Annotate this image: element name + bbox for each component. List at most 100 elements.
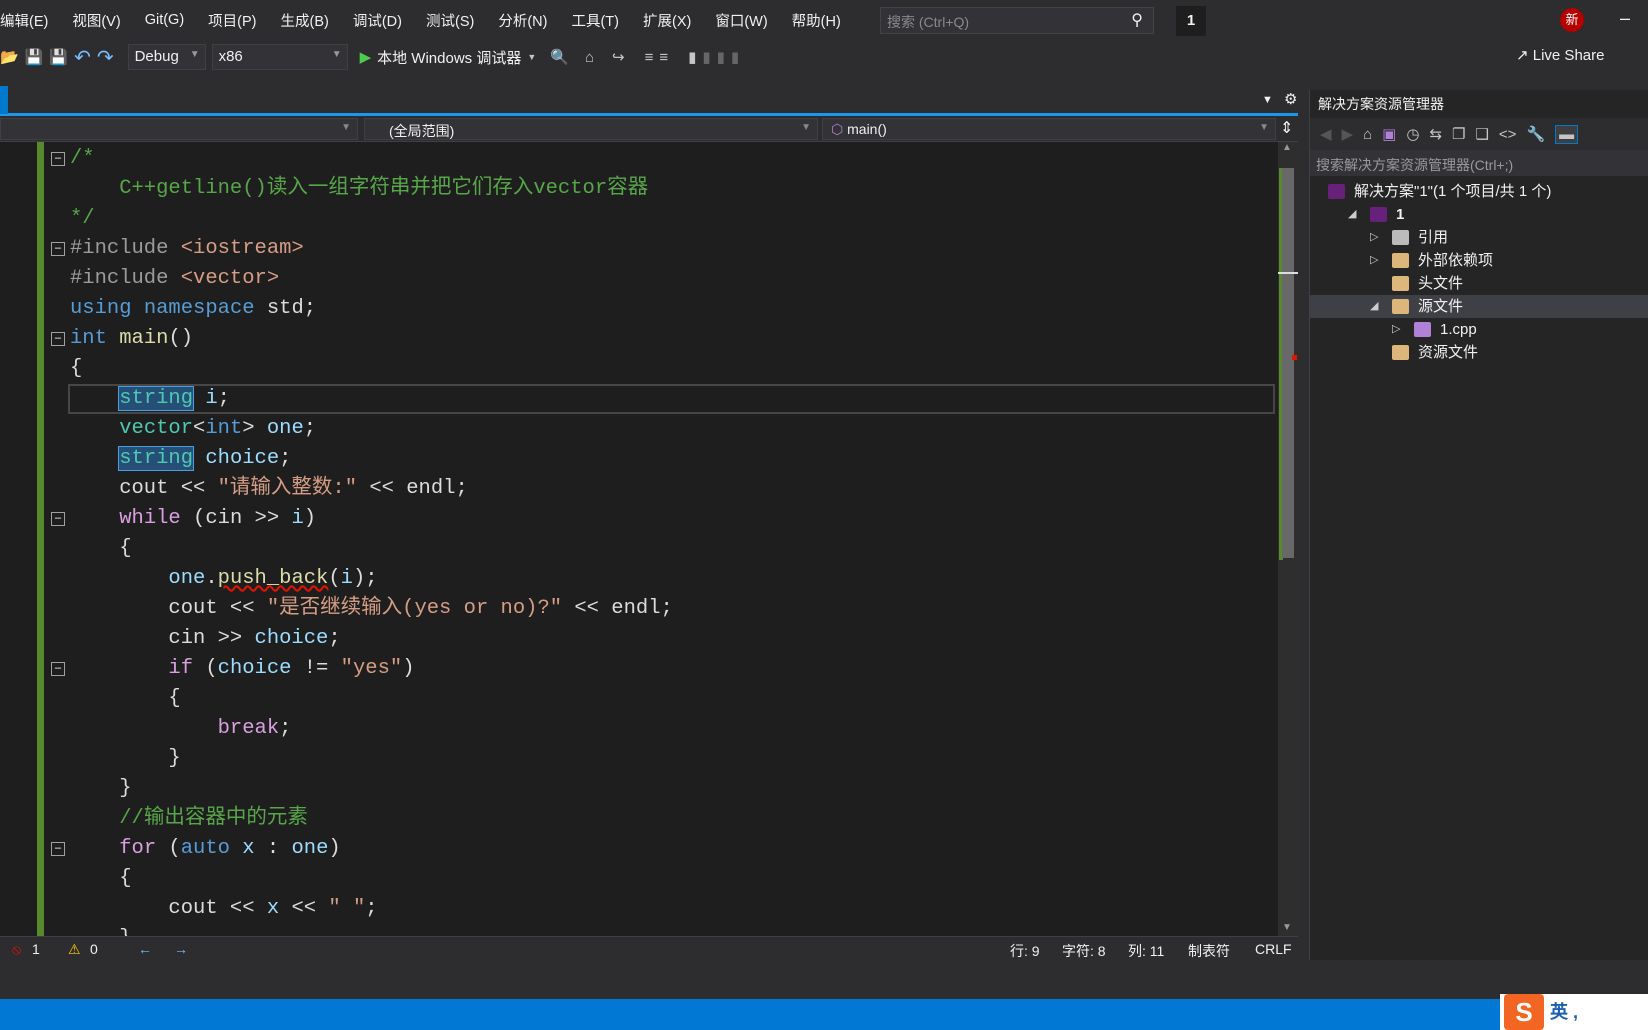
code-line[interactable]: { bbox=[70, 684, 180, 714]
code-line[interactable]: /* bbox=[70, 144, 95, 174]
show-all-files-icon[interactable]: ❑ bbox=[1475, 125, 1488, 143]
tree-item[interactable]: 资源文件 bbox=[1310, 341, 1648, 364]
code-line[interactable]: C++getline()读入一组字符串并把它们存入vector容器 bbox=[70, 174, 648, 204]
code-line[interactable]: using namespace std; bbox=[70, 294, 316, 324]
code-line[interactable]: vector<int> one; bbox=[70, 414, 316, 444]
save-icon[interactable]: 💾 bbox=[25, 48, 44, 66]
preview-icon[interactable]: ▬ bbox=[1555, 124, 1579, 144]
collapse-icon[interactable]: − bbox=[51, 842, 65, 856]
code-line[interactable]: cin >> choice; bbox=[70, 624, 340, 654]
live-share-button[interactable]: ↗ Live Share bbox=[1516, 46, 1604, 64]
open-folder-icon[interactable]: 📂 bbox=[0, 48, 19, 66]
ime-mode[interactable]: 英 bbox=[1550, 1002, 1568, 1022]
search-input[interactable]: 搜索 (Ctrl+Q) ⚲ bbox=[880, 7, 1154, 34]
collapse-all-icon[interactable]: ❐ bbox=[1452, 125, 1465, 143]
code-line[interactable]: } bbox=[70, 774, 131, 804]
undo-icon[interactable]: ↶ bbox=[74, 45, 91, 70]
collapsed-arrow-icon[interactable]: ▷ bbox=[1392, 318, 1400, 341]
indent-mode[interactable]: 制表符 bbox=[1188, 941, 1230, 961]
collapse-icon[interactable]: − bbox=[51, 662, 65, 676]
collapse-icon[interactable]: − bbox=[51, 242, 65, 256]
back-icon[interactable]: ◀ bbox=[1320, 125, 1332, 143]
run-debugger-button[interactable]: 本地 Windows 调试器 bbox=[377, 47, 521, 68]
warning-count[interactable]: 0 bbox=[90, 941, 98, 957]
code-line[interactable]: } bbox=[70, 924, 131, 936]
code-line[interactable]: for (auto x : one) bbox=[70, 834, 340, 864]
back-arrow-icon[interactable]: ← bbox=[138, 941, 152, 957]
sogou-logo-icon[interactable]: S bbox=[1504, 994, 1544, 1030]
bookmark-icon[interactable]: ▮ bbox=[688, 48, 696, 66]
code-line[interactable]: int main() bbox=[70, 324, 193, 354]
redo-icon[interactable]: ↷ bbox=[97, 45, 114, 70]
sync-icon[interactable]: ⇆ bbox=[1429, 125, 1442, 143]
tree-item[interactable]: 头文件 bbox=[1310, 272, 1648, 295]
code-line[interactable]: { bbox=[70, 354, 82, 384]
collapse-icon[interactable]: − bbox=[51, 512, 65, 526]
step-icon[interactable]: ↪ bbox=[612, 48, 625, 66]
menu-item[interactable]: 调试(D) bbox=[341, 10, 414, 31]
scope-dropdown[interactable]: (全局范围) ▼ bbox=[364, 118, 818, 140]
code-line[interactable]: cout << "请输入整数:" << endl; bbox=[70, 474, 468, 504]
code-line[interactable]: //输出容器中的元素 bbox=[70, 804, 308, 834]
menu-item[interactable]: 项目(P) bbox=[196, 10, 268, 31]
scrollbar-thumb[interactable] bbox=[1282, 168, 1294, 558]
tree-item[interactable]: ◢ 源文件 bbox=[1310, 295, 1648, 318]
collapse-icon[interactable]: − bbox=[51, 332, 65, 346]
member-dropdown[interactable]: ⬡ main() ▼ bbox=[822, 118, 1276, 140]
home-icon[interactable]: ⌂ bbox=[1363, 126, 1372, 143]
solution-search-input[interactable]: 搜索解决方案资源管理器(Ctrl+;) bbox=[1310, 150, 1648, 176]
code-line[interactable]: one.push_back(i); bbox=[70, 564, 377, 594]
menu-item[interactable]: 帮助(H) bbox=[780, 10, 853, 31]
minimize-button[interactable]: – bbox=[1620, 8, 1630, 29]
code-line[interactable]: while (cin >> i) bbox=[70, 504, 316, 534]
code-line[interactable]: string i; bbox=[70, 384, 230, 414]
menu-item[interactable]: 窗口(W) bbox=[703, 10, 779, 31]
scroll-up-icon[interactable]: ▲ bbox=[1282, 142, 1292, 153]
split-icon[interactable]: ⇕ bbox=[1280, 118, 1293, 138]
tree-item[interactable]: ◢ 1 bbox=[1310, 203, 1648, 226]
find-in-files-icon[interactable]: 🔍 bbox=[550, 48, 569, 66]
platform-dropdown[interactable]: x86 ▼ bbox=[211, 44, 348, 70]
code-line[interactable]: cout << x << " "; bbox=[70, 894, 377, 924]
indent-icon[interactable]: ≡ bbox=[645, 49, 654, 66]
code-line[interactable]: { bbox=[70, 534, 131, 564]
prev-bookmark-icon[interactable]: ▮ bbox=[702, 48, 710, 66]
code-line[interactable]: */ bbox=[70, 204, 95, 234]
scroll-down-icon[interactable]: ▼ bbox=[1282, 922, 1292, 933]
menu-item[interactable]: 扩展(X) bbox=[631, 10, 703, 31]
home-icon[interactable]: ⌂ bbox=[585, 49, 594, 66]
config-dropdown[interactable]: Debug ▼ bbox=[127, 44, 206, 70]
expanded-arrow-icon[interactable]: ◢ bbox=[1370, 295, 1378, 318]
expanded-arrow-icon[interactable]: ◢ bbox=[1348, 203, 1356, 226]
save-all-icon[interactable]: 💾 bbox=[49, 48, 68, 66]
comment-icon[interactable]: ≡ bbox=[659, 49, 668, 66]
code-line[interactable]: string choice; bbox=[70, 444, 291, 474]
menu-item[interactable]: Git(G) bbox=[133, 12, 196, 28]
code-line[interactable]: } bbox=[70, 744, 180, 774]
collapsed-arrow-icon[interactable]: ▷ bbox=[1370, 249, 1378, 272]
properties-wrench-icon[interactable]: 🔧 bbox=[1526, 125, 1545, 143]
code-line[interactable]: #include <vector> bbox=[70, 264, 279, 294]
menu-item[interactable]: 测试(S) bbox=[414, 10, 486, 31]
menu-item[interactable]: 工具(T) bbox=[559, 10, 631, 31]
code-line[interactable]: cout << "是否继续输入(yes or no)?" << endl; bbox=[70, 594, 672, 624]
code-editor[interactable]: /* − C++getline()读入一组字符串并把它们存入vector容器 */ #… bbox=[0, 142, 1278, 936]
project-dropdown[interactable]: ▼ bbox=[0, 118, 358, 140]
error-icon[interactable]: ⦸ bbox=[12, 941, 21, 958]
menu-item[interactable]: 编辑(E) bbox=[0, 10, 60, 31]
error-count[interactable]: 1 bbox=[32, 941, 40, 957]
dropdown-arrow-icon[interactable]: ▼ bbox=[527, 52, 536, 62]
warning-icon[interactable]: ⚠ bbox=[68, 941, 81, 958]
code-line[interactable]: break; bbox=[70, 714, 292, 744]
tree-item[interactable]: ▷ 1.cpp bbox=[1310, 318, 1648, 341]
menu-item[interactable]: 生成(B) bbox=[269, 10, 341, 31]
code-view-icon[interactable]: <> bbox=[1499, 126, 1517, 143]
active-tab[interactable] bbox=[0, 86, 8, 114]
clear-bookmarks-icon[interactable]: ▮ bbox=[731, 48, 739, 66]
collapsed-arrow-icon[interactable]: ▷ bbox=[1370, 226, 1378, 249]
run-icon[interactable]: ▶ bbox=[360, 48, 372, 66]
code-line[interactable]: { bbox=[70, 864, 131, 894]
forward-icon[interactable]: ▶ bbox=[1342, 125, 1354, 143]
line-ending[interactable]: CRLF bbox=[1255, 941, 1292, 957]
switch-views-icon[interactable]: ▣ bbox=[1382, 125, 1396, 143]
